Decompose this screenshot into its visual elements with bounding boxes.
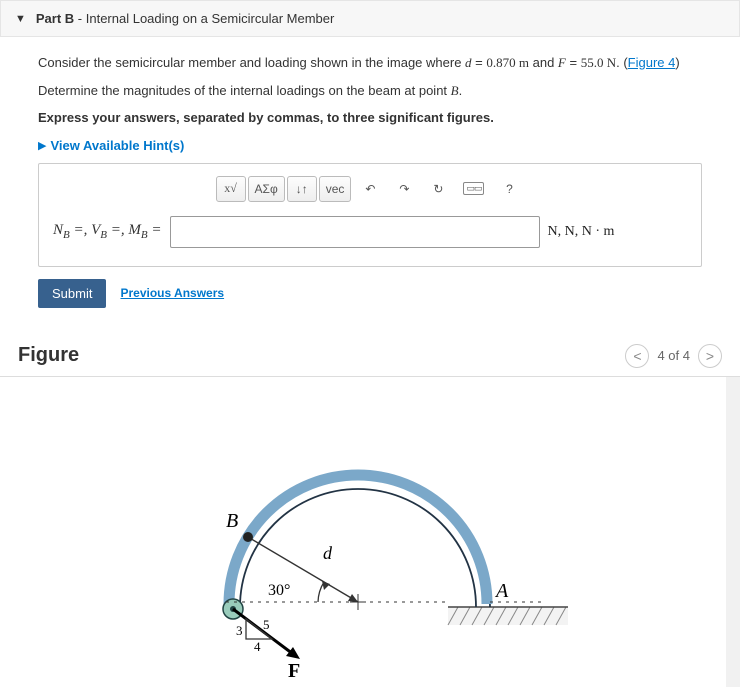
undo-button[interactable]: ↶	[355, 176, 385, 202]
pager-next-button[interactable]: >	[698, 344, 722, 368]
label-3: 3	[236, 623, 243, 638]
greek-button[interactable]: ΑΣφ	[248, 176, 285, 202]
figure-viewport: ▴ ▾ d 30° B	[0, 377, 740, 687]
figure-link[interactable]: Figure 4	[628, 55, 676, 70]
template-button[interactable]: x√	[216, 176, 246, 202]
equation-toolbar: x√ ΑΣφ ↓↑ vec ↶ ↷ ↻ ▭▭ ?	[53, 176, 687, 202]
figure-pager: < 4 of 4 >	[625, 344, 722, 368]
collapse-icon: ▼	[15, 13, 26, 25]
figure-svg: d 30° B A F 3 4 5	[148, 377, 578, 677]
answer-lhs: NB =, VB =, MB =	[53, 222, 162, 241]
vec-button[interactable]: vec	[319, 176, 352, 202]
label-angle: 30°	[268, 582, 290, 599]
label-4: 4	[254, 639, 261, 654]
subscript-button[interactable]: ↓↑	[287, 176, 317, 202]
redo-button[interactable]: ↷	[389, 176, 419, 202]
instruction-line: Express your answers, separated by comma…	[38, 108, 702, 128]
prompt-line-1: Consider the semicircular member and loa…	[38, 53, 702, 73]
reset-button[interactable]: ↻	[423, 176, 453, 202]
question-content: Consider the semicircular member and loa…	[0, 37, 740, 336]
keyboard-button[interactable]: ▭▭	[457, 176, 490, 202]
previous-answers-link[interactable]: Previous Answers	[120, 286, 224, 300]
label-5: 5	[263, 617, 270, 632]
scroll-down-icon[interactable]: ▾	[727, 673, 739, 687]
scroll-up-icon[interactable]: ▴	[727, 377, 739, 391]
answer-units: N, N, N · m	[548, 224, 615, 240]
part-title: Part B - Internal Loading on a Semicircu…	[36, 11, 334, 26]
submit-button[interactable]: Submit	[38, 279, 106, 308]
prompt-line-2: Determine the magnitudes of the internal…	[38, 81, 702, 101]
part-header[interactable]: ▼ Part B - Internal Loading on a Semicir…	[0, 0, 740, 37]
label-A: A	[494, 580, 509, 602]
label-B: B	[226, 510, 238, 532]
label-d: d	[323, 543, 333, 563]
chevron-right-icon: ▶	[38, 139, 46, 152]
pager-prev-button[interactable]: <	[625, 344, 649, 368]
figure-heading: Figure	[18, 344, 79, 367]
figure-header: Figure < 4 of 4 >	[0, 336, 740, 377]
answer-input[interactable]	[170, 216, 540, 248]
help-button[interactable]: ?	[494, 176, 524, 202]
answer-area: x√ ΑΣφ ↓↑ vec ↶ ↷ ↻ ▭▭ ? NB =, VB =, MB …	[38, 163, 702, 267]
hints-toggle[interactable]: ▶ View Available Hint(s)	[38, 138, 702, 153]
label-F: F	[288, 660, 300, 677]
pager-text: 4 of 4	[657, 348, 690, 363]
